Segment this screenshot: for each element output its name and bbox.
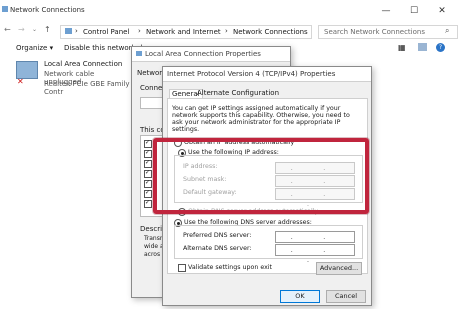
breadcrumb-control-panel[interactable]: Control Panel bbox=[83, 28, 129, 36]
dns-group: Preferred DNS server: . . . Alternate DN… bbox=[174, 225, 363, 264]
item-checkbox[interactable] bbox=[144, 179, 152, 188]
item-checkbox[interactable] bbox=[144, 149, 152, 158]
description-line: Transr bbox=[144, 235, 163, 242]
adapter-device: Realtek PCIe GBE Family Contr bbox=[44, 80, 130, 96]
chevron-right-icon: › bbox=[75, 27, 78, 35]
validate-checkbox[interactable] bbox=[178, 264, 186, 272]
ipv4-title-bar: Internet Protocol Version 4 (TCP/IPv4) P… bbox=[163, 67, 371, 82]
ipv4-title: Internet Protocol Version 4 (TCP/IPv4) P… bbox=[167, 70, 336, 78]
view-options-icon[interactable]: ▦ bbox=[398, 43, 406, 52]
item-checkbox[interactable] bbox=[144, 139, 152, 148]
help-icon[interactable]: ? bbox=[436, 43, 445, 52]
disconnected-x-icon: ✕ bbox=[17, 77, 24, 86]
forward-arrow-icon[interactable]: → bbox=[18, 25, 25, 34]
title-bar: Network Connections — ☐ ✕ bbox=[0, 0, 459, 23]
item-checkbox[interactable] bbox=[144, 159, 152, 168]
address-bar[interactable]: › Control Panel › Network and Internet ›… bbox=[60, 25, 312, 39]
search-icon[interactable]: ⌕ bbox=[445, 26, 449, 36]
alternate-dns-label: Alternate DNS server: bbox=[183, 245, 252, 252]
advanced-button[interactable]: Advanced... bbox=[316, 262, 362, 275]
description-line: acros bbox=[144, 251, 161, 258]
adapter-field bbox=[140, 97, 164, 109]
organize-button[interactable]: Organize ▾ bbox=[16, 44, 53, 52]
intro-text: You can get IP settings assigned automat… bbox=[172, 105, 350, 133]
search-placeholder: Search Network Connections bbox=[324, 28, 425, 36]
search-input[interactable]: Search Network Connections ⌕ bbox=[318, 25, 458, 39]
adapter-name: Local Area Connection bbox=[44, 60, 123, 68]
window-title: Network Connections bbox=[10, 6, 85, 14]
network-icon bbox=[2, 6, 8, 12]
validate-label: Validate settings upon exit bbox=[188, 264, 273, 271]
recent-chevron-icon[interactable]: ⌄ bbox=[32, 26, 37, 33]
lac-title-bar: Local Area Connection Properties bbox=[132, 47, 290, 62]
preview-pane-icon[interactable] bbox=[418, 43, 427, 51]
up-arrow-icon[interactable]: ↑ bbox=[44, 25, 51, 34]
close-button[interactable]: ✕ bbox=[432, 4, 452, 18]
control-panel-icon bbox=[65, 28, 72, 34]
back-arrow-icon[interactable]: ← bbox=[4, 25, 11, 34]
maximize-button[interactable]: ☐ bbox=[404, 4, 424, 18]
chevron-right-icon: › bbox=[138, 27, 141, 35]
item-checkbox[interactable] bbox=[144, 189, 152, 198]
alternate-dns-field[interactable]: . . . bbox=[275, 244, 355, 264]
breadcrumb-network-connections[interactable]: Network Connections bbox=[233, 28, 308, 36]
chevron-right-icon: › bbox=[225, 27, 228, 35]
preferred-dns-label: Preferred DNS server: bbox=[183, 232, 252, 239]
preferred-dns-field[interactable]: . . . bbox=[275, 231, 355, 251]
adapter-item[interactable]: ✕ Local Area Connection Network cable un… bbox=[14, 58, 132, 96]
lac-title: Local Area Connection Properties bbox=[145, 50, 261, 58]
network-icon bbox=[136, 51, 142, 56]
highlight-box bbox=[153, 138, 369, 214]
item-checkbox[interactable] bbox=[144, 199, 152, 208]
item-checkbox[interactable] bbox=[144, 169, 152, 178]
cancel-button[interactable]: Cancel bbox=[326, 290, 366, 303]
description-line: wide a bbox=[144, 243, 164, 250]
breadcrumb-network-internet[interactable]: Network and Internet bbox=[146, 28, 221, 36]
tab-alternate-configuration[interactable]: Alternate Configuration bbox=[197, 89, 279, 97]
minimize-button[interactable]: — bbox=[376, 4, 396, 18]
ok-button[interactable]: OK bbox=[280, 290, 320, 303]
